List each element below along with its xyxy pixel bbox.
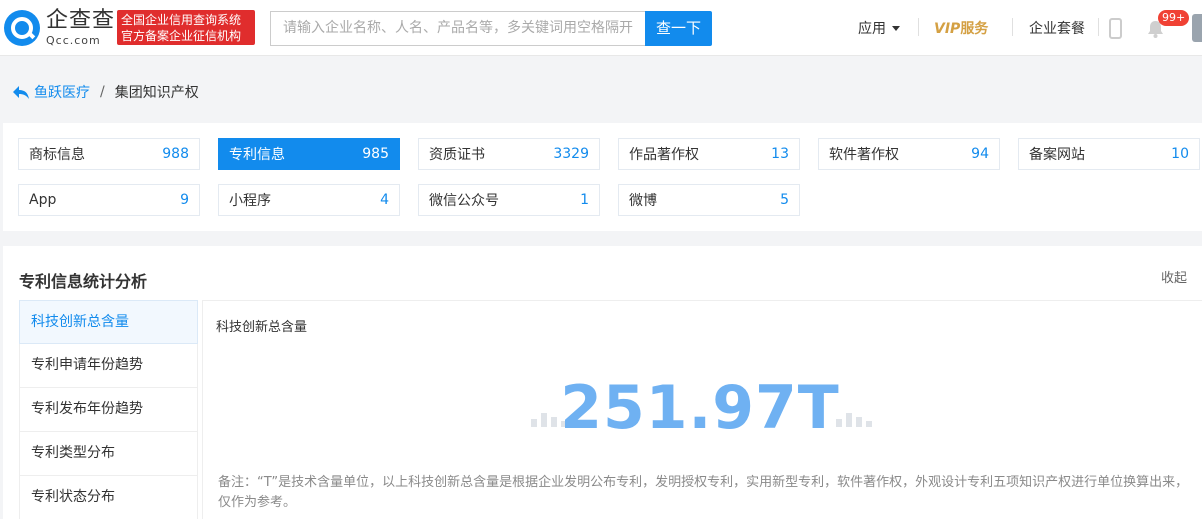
avatar[interactable]	[1192, 14, 1202, 42]
nav-apps[interactable]: 应用	[858, 18, 900, 38]
tag-label: 软件著作权	[829, 147, 899, 163]
tag-count: 3329	[553, 146, 589, 162]
tag-trademark[interactable]: 商标信息 988	[18, 138, 200, 170]
tag-count: 13	[771, 146, 789, 162]
breadcrumb: 鱼跃医疗 / 集团知识产权	[12, 82, 199, 102]
menu-application-trend[interactable]: 专利申请年份趋势	[19, 344, 198, 388]
badge-line-2: 官方备案企业征信机构	[121, 29, 242, 43]
tag-count: 94	[971, 146, 989, 162]
tag-label: 微博	[629, 193, 657, 209]
tag-count: 5	[780, 192, 789, 208]
patent-stats-panel: 专利信息统计分析 收起 科技创新总含量 专利申请年份趋势 专利发布年份趋势 专利…	[3, 246, 1202, 519]
back-arrow-icon[interactable]	[12, 84, 30, 100]
divider	[1012, 18, 1013, 36]
tag-count: 988	[162, 146, 189, 162]
tag-label: App	[29, 192, 57, 208]
tag-label: 微信公众号	[429, 193, 499, 209]
footnote: 备注：“T”是技术含量单位，以上科技创新总含量是根据企业发明公布专利，发明授权专…	[218, 475, 1189, 510]
logo-text: 企查查 Qcc.com	[46, 8, 116, 47]
search-button[interactable]: 查一下	[645, 11, 712, 46]
tag-wechat-account[interactable]: 微信公众号 1	[418, 184, 600, 216]
tag-label: 资质证书	[429, 147, 485, 163]
logo-name: 企查查	[46, 8, 116, 33]
tag-count: 9	[180, 192, 189, 208]
tag-certificate[interactable]: 资质证书 3329	[418, 138, 600, 170]
nav-vip-service[interactable]: VIP服务	[934, 18, 988, 38]
tag-software-copyright[interactable]: 软件著作权 94	[818, 138, 1000, 170]
tag-count: 4	[380, 192, 389, 208]
tag-patent[interactable]: 专利信息 985	[218, 138, 400, 170]
vip-label: VIP	[934, 21, 961, 37]
tag-mini-program[interactable]: 小程序 4	[218, 184, 400, 216]
tag-count: 985	[362, 146, 389, 162]
tag-count: 1	[580, 192, 589, 208]
tag-label: 备案网站	[1029, 147, 1085, 163]
divider	[1098, 18, 1099, 36]
tag-website[interactable]: 备案网站 10	[1018, 138, 1200, 170]
official-badge: 全国企业信用查询系统 官方备案企业征信机构	[117, 10, 255, 45]
tag-label: 专利信息	[229, 147, 285, 163]
menu-type-distribution[interactable]: 专利类型分布	[19, 432, 198, 476]
tag-app[interactable]: App 9	[18, 184, 200, 216]
collapse-toggle[interactable]: 收起	[1161, 267, 1187, 286]
breadcrumb-separator: /	[100, 84, 105, 100]
tag-weibo[interactable]: 微博 5	[618, 184, 800, 216]
badge-line-1: 全国企业信用查询系统	[121, 13, 242, 27]
menu-tech-content[interactable]: 科技创新总含量	[19, 300, 198, 344]
breadcrumb-current: 集团知识产权	[114, 85, 199, 101]
mobile-phone-icon[interactable]	[1109, 18, 1122, 39]
tag-label: 商标信息	[29, 147, 85, 163]
logo-icon	[4, 10, 40, 46]
tag-label: 小程序	[229, 193, 271, 209]
content-title: 科技创新总含量	[216, 320, 308, 335]
breadcrumb-company-link[interactable]: 鱼跃医疗	[34, 82, 90, 102]
tag-label: 作品著作权	[629, 147, 699, 163]
notification-badge: 99+	[1158, 10, 1190, 26]
nav-enterprise-package[interactable]: 企业套餐	[1029, 18, 1085, 38]
stats-menu: 科技创新总含量 专利申请年份趋势 专利发布年份趋势 专利类型分布 专利状态分布	[19, 300, 198, 519]
menu-publication-trend[interactable]: 专利发布年份趋势	[19, 388, 198, 432]
bar-chart-icon	[836, 409, 874, 427]
divider	[918, 18, 919, 36]
top-bar: 企查查 Qcc.com 全国企业信用查询系统 官方备案企业征信机构 请输入企业名…	[0, 0, 1202, 56]
menu-status-distribution[interactable]: 专利状态分布	[19, 476, 198, 519]
tag-work-copyright[interactable]: 作品著作权 13	[618, 138, 800, 170]
logo-domain: Qcc.com	[46, 34, 101, 47]
vip-service-label: 服务	[960, 21, 989, 37]
stats-content: 科技创新总含量 251.97T 备注：“T”是技术含量单位，以上科技创新总含量是…	[202, 300, 1202, 519]
section-title: 专利信息统计分析	[19, 272, 148, 291]
search-input[interactable]: 请输入企业名称、人名、产品名等，多关键词用空格隔开	[270, 11, 646, 46]
ip-category-panel: 商标信息 988 专利信息 985 资质证书 3329 作品著作权 13 软件著作权 94…	[3, 123, 1202, 231]
nav-apps-label: 应用	[858, 21, 886, 37]
tech-content-value: 251.97T	[560, 373, 840, 443]
tag-count: 10	[1171, 146, 1189, 162]
logo[interactable]: 企查查 Qcc.com	[4, 9, 115, 47]
chevron-down-icon	[892, 26, 900, 31]
